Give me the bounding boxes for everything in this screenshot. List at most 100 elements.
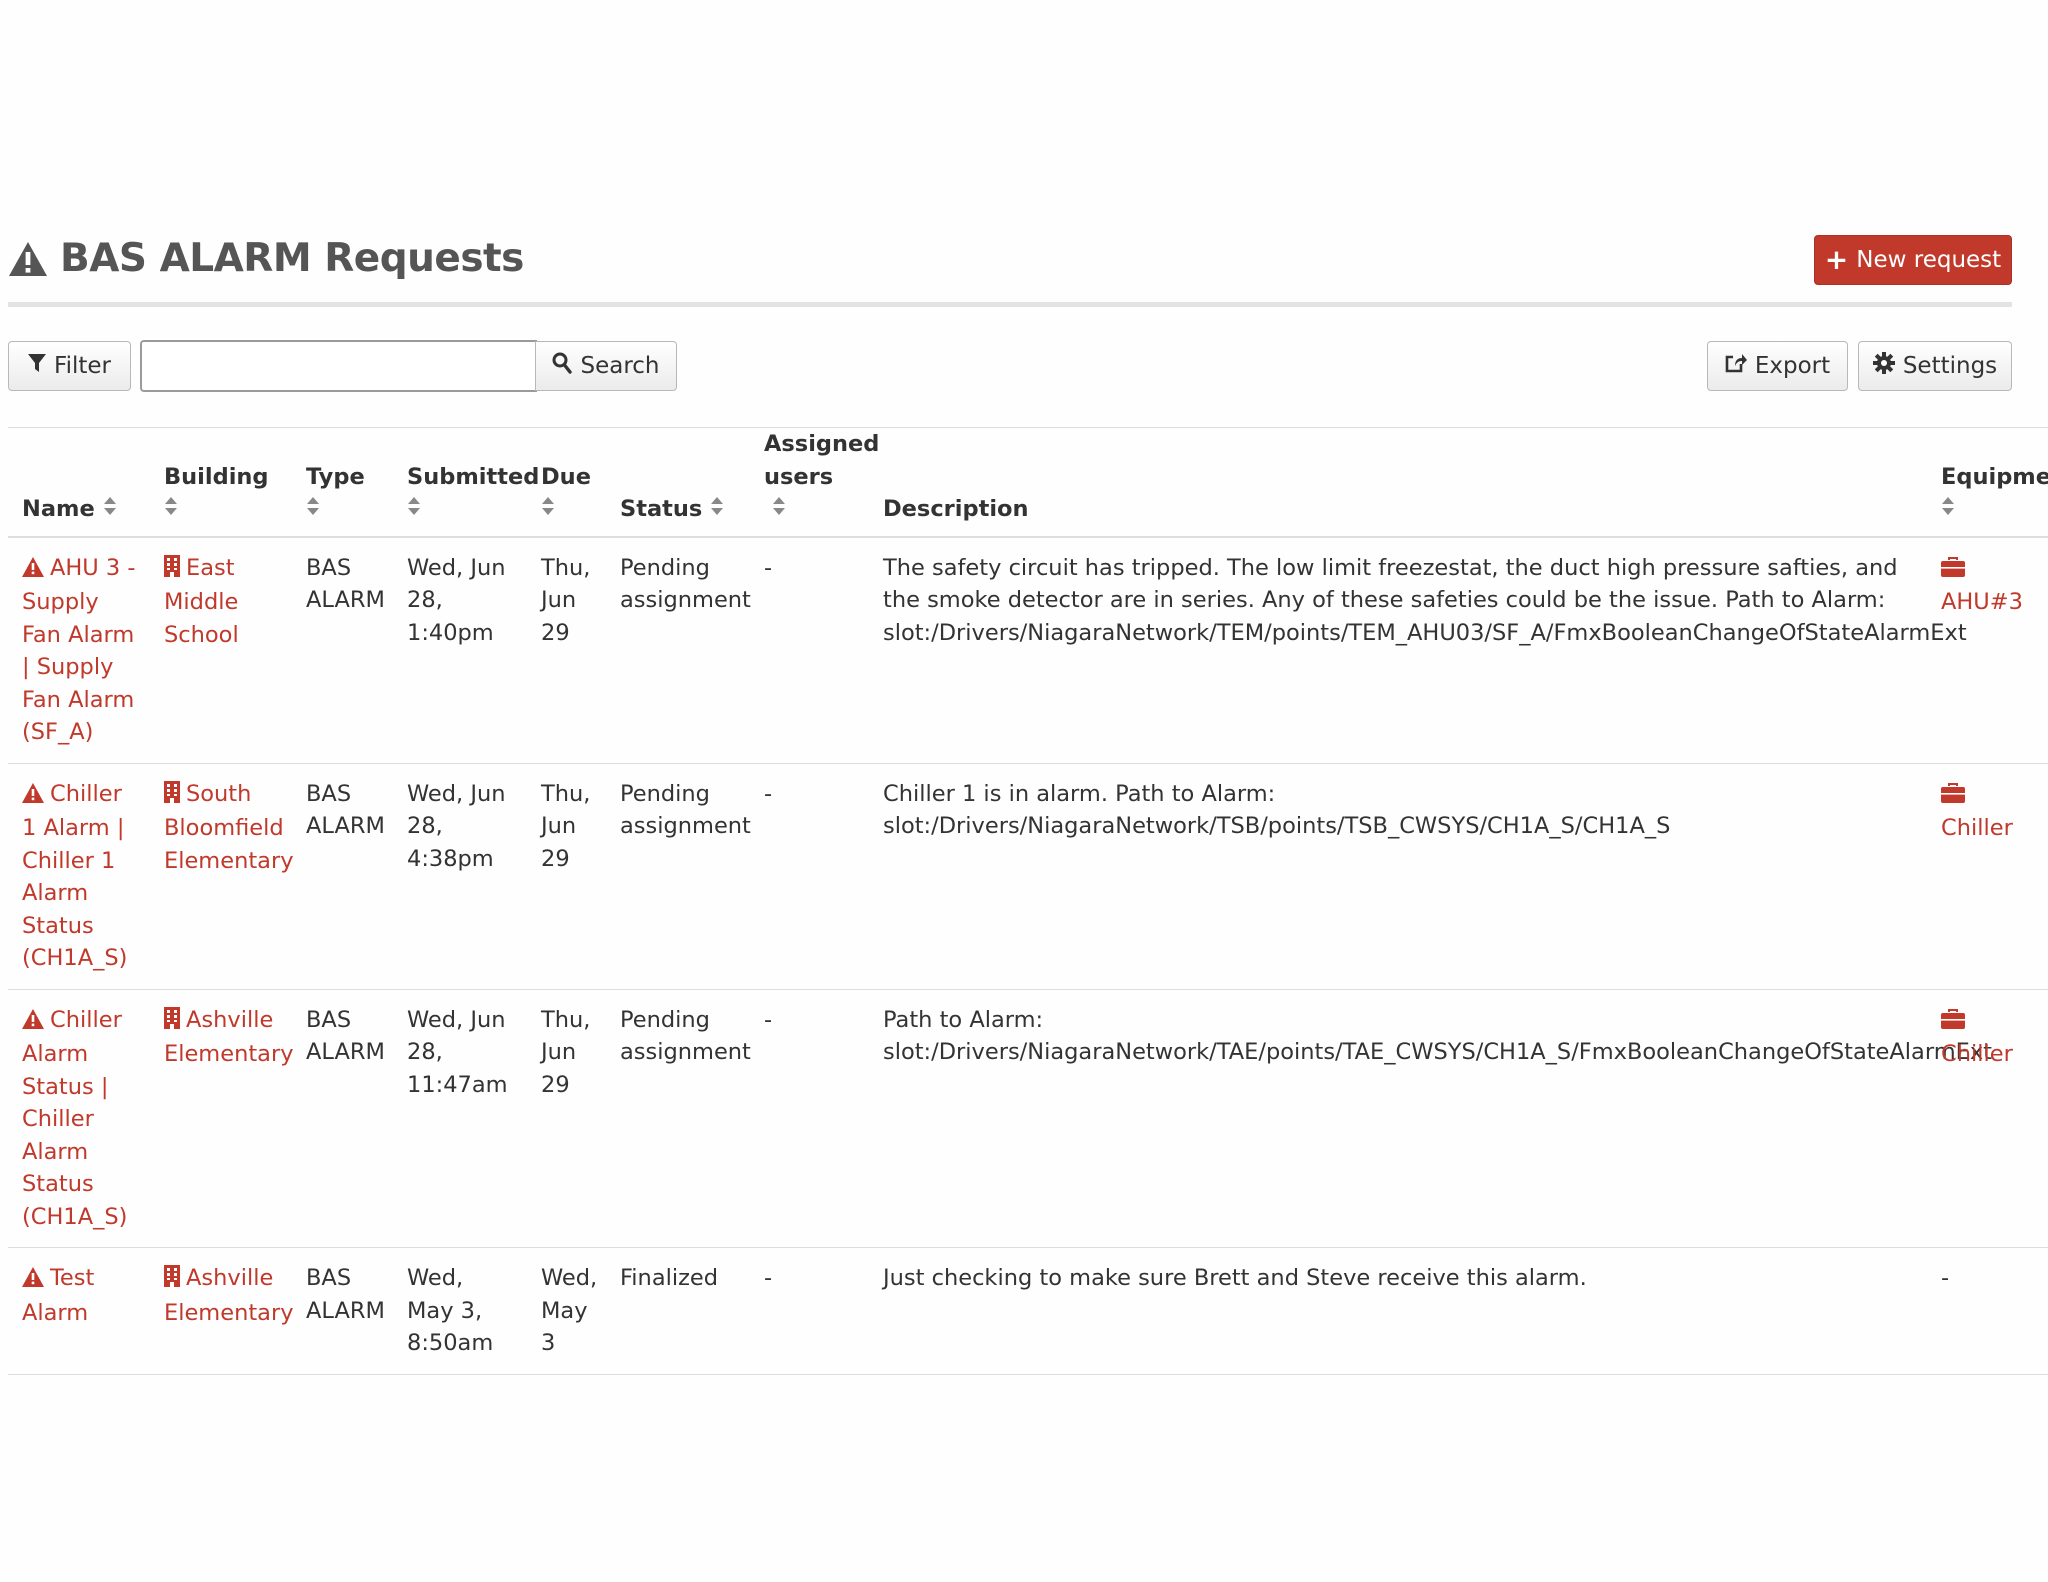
sort-icon[interactable]: [103, 493, 117, 526]
plus-icon: +: [1824, 243, 1849, 276]
cell-type: BAS ALARM: [292, 763, 393, 990]
briefcase-icon: [1941, 554, 1965, 587]
cell-building[interactable]: Ashville Elementary: [150, 1247, 294, 1375]
building-icon: [164, 554, 180, 587]
cell-equipment[interactable]: Chiller: [1927, 989, 2048, 1249]
cell-description: Chiller 1 is in alarm. Path to Alarm: sl…: [869, 763, 1927, 990]
cell-due: Thu, Jun 29: [527, 989, 606, 1249]
table-row[interactable]: Chiller Alarm Status | Chiller Alarm Sta…: [8, 989, 2048, 1249]
building-icon: [164, 1264, 180, 1297]
warning-triangle-icon: [22, 780, 44, 813]
cell-type: BAS ALARM: [292, 1247, 393, 1375]
table-row[interactable]: Chiller 1 Alarm | Chiller 1 Alarm Status…: [8, 763, 2048, 990]
export-button[interactable]: Export: [1707, 341, 1848, 391]
briefcase-icon: [1941, 1006, 1965, 1039]
cell-name[interactable]: Chiller Alarm Status | Chiller Alarm Sta…: [8, 989, 150, 1249]
column-header-building[interactable]: Building: [150, 428, 292, 537]
sort-icon[interactable]: [407, 496, 421, 522]
search-input[interactable]: [140, 340, 537, 392]
settings-button[interactable]: Settings: [1858, 341, 2012, 391]
search-button[interactable]: Search: [535, 341, 677, 391]
sort-icon[interactable]: [306, 496, 320, 522]
cell-name[interactable]: Chiller 1 Alarm | Chiller 1 Alarm Status…: [8, 763, 150, 990]
cell-submitted: Wed, Jun 28, 4:38pm: [393, 763, 527, 990]
table-row[interactable]: AHU 3 - Supply Fan Alarm | Supply Fan Al…: [8, 536, 2048, 764]
cell-due: Wed, May 3: [527, 1247, 606, 1375]
equipment-link[interactable]: Chiller: [1941, 1006, 2013, 1067]
cell-status: Finalized: [606, 1247, 750, 1375]
column-header-status[interactable]: Status: [606, 428, 750, 537]
cell-equipment: -: [1927, 1247, 2048, 1375]
building-link[interactable]: South Bloomfield Elementary: [164, 780, 294, 874]
page-header: BAS ALARM Requests + New request: [8, 234, 2012, 307]
cell-building[interactable]: South Bloomfield Elementary: [150, 763, 294, 990]
sort-icon[interactable]: [1941, 496, 1955, 522]
cell-assigned: -: [750, 763, 869, 990]
warning-triangle-icon: [8, 241, 48, 277]
cell-assigned: -: [750, 1247, 869, 1375]
warning-triangle-icon: [22, 554, 44, 587]
search-label: Search: [580, 353, 660, 379]
sort-icon[interactable]: [541, 496, 555, 522]
cell-equipment[interactable]: AHU#3: [1927, 536, 2048, 764]
cell-status: Pending assignment: [606, 763, 751, 990]
cell-assigned: -: [750, 536, 869, 764]
building-icon: [164, 1006, 180, 1039]
equipment-link[interactable]: AHU#3: [1941, 554, 2023, 615]
request-name-link[interactable]: AHU 3 - Supply Fan Alarm | Supply Fan Al…: [22, 554, 136, 745]
table-header-row: Name Building Type Submitted Due Status …: [8, 427, 2048, 537]
filter-label: Filter: [54, 353, 111, 379]
warning-triangle-icon: [22, 1264, 44, 1297]
cell-description: Just checking to make sure Brett and Ste…: [869, 1247, 1927, 1375]
cell-description: Path to Alarm: slot:/Drivers/NiagaraNetw…: [869, 989, 1992, 1249]
cell-status: Pending assignment: [606, 536, 751, 764]
column-header-description: Description: [883, 496, 1029, 523]
briefcase-icon: [1941, 780, 1965, 813]
new-request-button[interactable]: + New request: [1814, 235, 2012, 285]
cell-equipment[interactable]: Chiller: [1927, 763, 2048, 990]
share-out-icon: [1725, 352, 1747, 380]
column-header-assigned-users[interactable]: Assigned users: [750, 428, 879, 537]
filter-button[interactable]: Filter: [8, 341, 131, 391]
funnel-icon: [28, 353, 47, 379]
page-title-text: BAS ALARM Requests: [60, 236, 524, 281]
requests-table-wrap: Name Building Type Submitted Due Status …: [8, 427, 2048, 1375]
sort-icon[interactable]: [772, 493, 786, 526]
building-link[interactable]: Ashville Elementary: [164, 1006, 294, 1067]
equipment-link[interactable]: Chiller: [1941, 780, 2013, 841]
column-header-submitted[interactable]: Submitted: [393, 428, 539, 537]
cell-description: The safety circuit has tripped. The low …: [869, 536, 1967, 764]
building-link[interactable]: Ashville Elementary: [164, 1265, 294, 1326]
column-header-equipment[interactable]: Equipment: [1927, 428, 2048, 537]
cell-submitted: Wed, Jun 28, 11:47am: [393, 989, 527, 1249]
requests-table: Name Building Type Submitted Due Status …: [8, 427, 2048, 1375]
table-row[interactable]: Test Alarm Ashville Elementary BAS ALARM…: [8, 1247, 2048, 1375]
warning-triangle-icon: [22, 1006, 44, 1039]
sort-icon[interactable]: [710, 493, 724, 526]
cell-building[interactable]: East Middle School: [150, 536, 292, 764]
page: { "header": { "title": "BAS ALARM Reques…: [0, 0, 2048, 1582]
cell-name[interactable]: Test Alarm: [8, 1247, 150, 1375]
cell-due: Thu, Jun 29: [527, 536, 606, 764]
new-request-label: New request: [1856, 247, 2002, 273]
cell-assigned: -: [750, 989, 869, 1249]
request-name-link[interactable]: Test Alarm: [22, 1265, 94, 1326]
request-name-link[interactable]: Chiller 1 Alarm | Chiller 1 Alarm Status…: [22, 780, 127, 971]
magnifier-icon: [552, 352, 573, 380]
cell-building[interactable]: Ashville Elementary: [150, 989, 294, 1249]
cell-due: Thu, Jun 29: [527, 763, 606, 990]
export-label: Export: [1754, 353, 1831, 379]
settings-label: Settings: [1902, 353, 1998, 379]
cell-submitted: Wed, Jun 28, 1:40pm: [393, 536, 527, 764]
building-link[interactable]: East Middle School: [164, 554, 239, 648]
cell-submitted: Wed, May 3, 8:50am: [393, 1247, 527, 1375]
cell-type: BAS ALARM: [292, 989, 393, 1249]
cell-name[interactable]: AHU 3 - Supply Fan Alarm | Supply Fan Al…: [8, 536, 150, 764]
column-header-type[interactable]: Type: [292, 428, 393, 537]
request-name-link[interactable]: Chiller Alarm Status | Chiller Alarm Sta…: [22, 1007, 127, 1230]
building-icon: [164, 780, 180, 813]
sort-icon[interactable]: [164, 496, 178, 522]
column-header-name[interactable]: Name: [8, 428, 150, 537]
gear-icon: [1872, 352, 1895, 380]
cell-status: Pending assignment: [606, 989, 751, 1249]
